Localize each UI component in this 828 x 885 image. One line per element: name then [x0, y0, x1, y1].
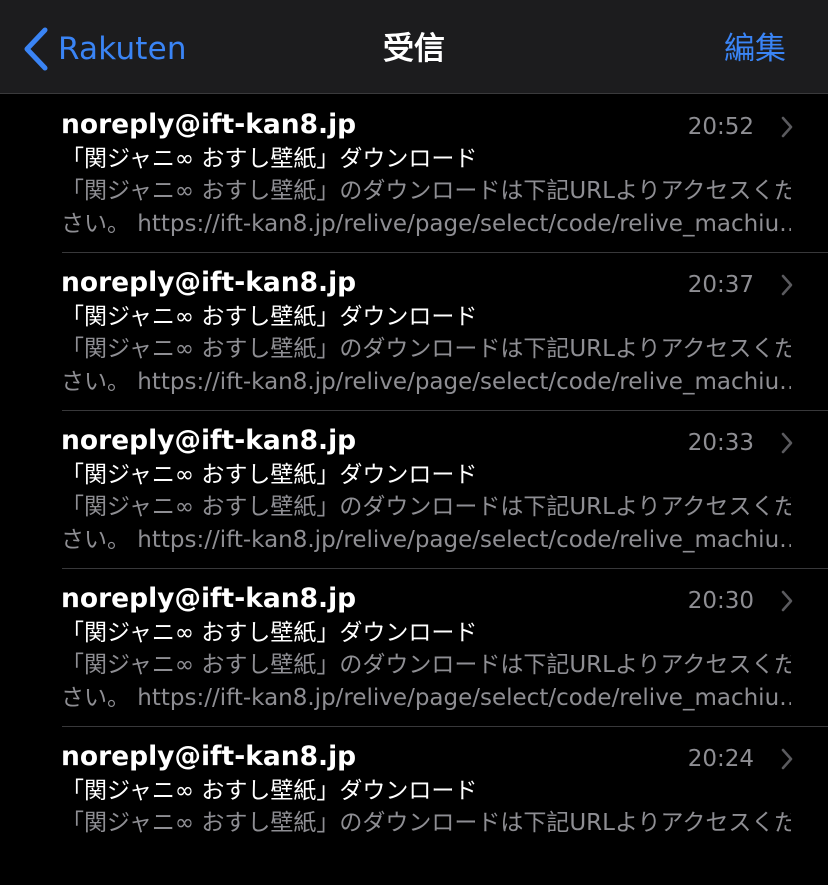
mail-preview-line: 「関ジャニ∞ おすし壁紙」のダウンロードは下記URLよりアクセスくだ: [61, 810, 791, 836]
mail-time: 20:30: [687, 588, 754, 614]
mail-time: 20:37: [687, 272, 754, 298]
mail-preview-line: さい。 https://ift-kan8.jp/relive/page/sele…: [61, 368, 791, 395]
mail-sender: noreply@ift-kan8.jp: [61, 583, 357, 614]
mail-preview-line: 「関ジャニ∞ おすし壁紙」のダウンロードは下記URLよりアクセスくだ: [61, 652, 791, 678]
mail-time: 20:24: [687, 746, 754, 772]
mail-preview-line: 「関ジャニ∞ おすし壁紙」のダウンロードは下記URLよりアクセスくだ: [61, 178, 791, 204]
chevron-right-icon: [780, 273, 794, 297]
mail-list-item[interactable]: noreply@ift-kan8.jp 20:24 「関ジャニ∞ おすし壁紙」ダ…: [0, 727, 828, 885]
mail-preview-line: さい。 https://ift-kan8.jp/relive/page/sele…: [61, 526, 791, 553]
chevron-right-icon: [780, 431, 794, 455]
mail-preview-line: さい。 https://ift-kan8.jp/relive/page/sele…: [61, 684, 791, 711]
mail-preview: 「関ジャニ∞ おすし壁紙」のダウンロードは下記URLよりアクセスくだ さい。 h…: [61, 649, 791, 714]
mail-preview: 「関ジャニ∞ おすし壁紙」のダウンロードは下記URLよりアクセスくだ: [61, 807, 791, 840]
mail-list-item[interactable]: noreply@ift-kan8.jp 20:33 「関ジャニ∞ おすし壁紙」ダ…: [0, 411, 828, 569]
mail-list-item[interactable]: noreply@ift-kan8.jp 20:37 「関ジャニ∞ おすし壁紙」ダ…: [0, 253, 828, 411]
mail-preview-line: 「関ジャニ∞ おすし壁紙」のダウンロードは下記URLよりアクセスくだ: [61, 336, 791, 362]
mail-preview-line: さい。 https://ift-kan8.jp/relive/page/sele…: [61, 210, 791, 237]
chevron-right-icon: [780, 589, 794, 613]
mail-sender: noreply@ift-kan8.jp: [61, 109, 357, 140]
mail-time: 20:33: [687, 430, 754, 456]
mail-sender: noreply@ift-kan8.jp: [61, 741, 357, 772]
mail-list-item[interactable]: noreply@ift-kan8.jp 20:30 「関ジャニ∞ おすし壁紙」ダ…: [0, 569, 828, 727]
mail-preview: 「関ジャニ∞ おすし壁紙」のダウンロードは下記URLよりアクセスくだ さい。 h…: [61, 491, 791, 556]
mail-preview-line: 「関ジャニ∞ おすし壁紙」のダウンロードは下記URLよりアクセスくだ: [61, 494, 791, 520]
chevron-right-icon: [780, 115, 794, 139]
mail-preview: 「関ジャニ∞ おすし壁紙」のダウンロードは下記URLよりアクセスくだ さい。 h…: [61, 333, 791, 398]
chevron-right-icon: [780, 747, 794, 771]
mail-subject: 「関ジャニ∞ おすし壁紙」ダウンロード: [61, 620, 478, 646]
mail-time: 20:52: [687, 114, 754, 140]
mail-preview: 「関ジャニ∞ おすし壁紙」のダウンロードは下記URLよりアクセスくだ さい。 h…: [61, 175, 791, 240]
mail-sender: noreply@ift-kan8.jp: [61, 425, 357, 456]
page-title: 受信: [383, 31, 445, 67]
mail-subject: 「関ジャニ∞ おすし壁紙」ダウンロード: [61, 304, 478, 330]
navigation-bar: Rakuten 受信 編集: [0, 0, 828, 94]
mail-subject: 「関ジャニ∞ おすし壁紙」ダウンロード: [61, 146, 478, 172]
mail-sender: noreply@ift-kan8.jp: [61, 267, 357, 298]
mail-subject: 「関ジャニ∞ おすし壁紙」ダウンロード: [61, 462, 478, 488]
mail-list-item[interactable]: noreply@ift-kan8.jp 20:52 「関ジャニ∞ おすし壁紙」ダ…: [0, 95, 828, 253]
edit-button[interactable]: 編集: [724, 28, 786, 70]
mail-list: noreply@ift-kan8.jp 20:52 「関ジャニ∞ おすし壁紙」ダ…: [0, 95, 828, 885]
mail-subject: 「関ジャニ∞ おすし壁紙」ダウンロード: [61, 778, 478, 804]
